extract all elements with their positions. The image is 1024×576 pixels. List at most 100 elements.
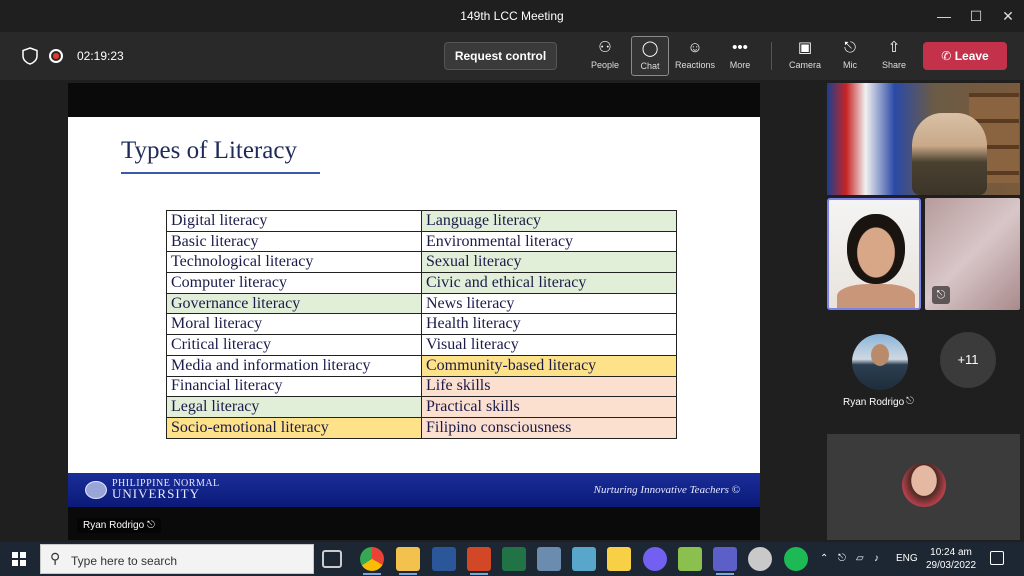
task-view-icon[interactable]: [322, 550, 342, 568]
table-row: Basic literacy Environmental literacy: [166, 230, 677, 253]
table-cell: Health literacy: [421, 313, 677, 336]
participant-video-3[interactable]: ⎋: [925, 198, 1020, 310]
title-underline: [121, 172, 320, 174]
taskbar-search-input[interactable]: ⚲ Type here to search: [40, 544, 314, 574]
reactions-icon: ☺: [687, 39, 703, 56]
meeting-toolbar: 02:19:23 Request control ⚇ People ◯ Chat…: [0, 32, 1024, 80]
volume-icon[interactable]: ♪: [874, 553, 879, 564]
share-icon: ⇧: [887, 39, 901, 56]
maximize-icon[interactable]: ☐: [958, 4, 994, 28]
table-cell: Governance literacy: [166, 292, 422, 315]
excel-icon[interactable]: [502, 547, 526, 571]
literacy-table: Digital literacy Language literacy Basic l…: [166, 210, 677, 439]
request-control-button[interactable]: Request control: [444, 42, 557, 70]
participant-figure: [912, 113, 987, 195]
game-icon[interactable]: [678, 547, 702, 571]
more-participants-button[interactable]: +11: [940, 332, 996, 388]
avatar: [902, 463, 946, 507]
spotify-icon[interactable]: [784, 547, 808, 571]
table-cell: Legal literacy: [166, 396, 422, 418]
slide-title: Types of Literacy: [121, 137, 297, 164]
running-indicator: [363, 573, 381, 575]
window-title: 149th LCC Meeting: [460, 9, 564, 23]
camera-button[interactable]: ▣ Camera: [783, 36, 827, 76]
table-cell: Moral literacy: [166, 313, 422, 336]
close-icon[interactable]: ✕: [990, 4, 1024, 28]
minimize-icon[interactable]: —: [926, 4, 962, 28]
running-indicator: [399, 573, 417, 575]
slide-footer: PHILIPPINE NORMAL UNIVERSITY Nurturing I…: [68, 473, 760, 507]
snipping-tool-icon[interactable]: [748, 547, 772, 571]
leave-button[interactable]: ✆ Leave: [923, 42, 1007, 70]
table-cell: News literacy: [421, 292, 677, 315]
self-preview-tile[interactable]: [827, 434, 1020, 540]
share-button[interactable]: ⇧ Share: [872, 36, 916, 76]
table-cell: Sexual literacy: [421, 251, 677, 274]
participant-video-1[interactable]: [827, 83, 1020, 195]
phone-icon: ✆: [941, 49, 952, 63]
photos-icon[interactable]: [572, 547, 596, 571]
people-button[interactable]: ⚇ People: [583, 36, 627, 76]
network-icon[interactable]: ▱: [856, 553, 864, 564]
people-icon: ⚇: [598, 39, 612, 56]
recording-icon: [49, 49, 63, 63]
meeting-stage: Types of Literacy Digital literacy Langua…: [0, 80, 1024, 542]
slide-tagline: Nurturing Innovative Teachers ©: [593, 484, 740, 496]
shared-screen: Types of Literacy Digital literacy Langua…: [68, 83, 760, 540]
table-row: Computer literacy Civic and ethical liter…: [166, 272, 677, 294]
title-bar: 149th LCC Meeting — ☐ ✕: [0, 0, 1024, 32]
table-cell: Practical skills: [421, 396, 677, 418]
table-cell: Life skills: [421, 375, 677, 398]
table-cell: Civic and ethical literacy: [421, 272, 677, 294]
table-row: Socio-emotional literacy Filipino conscio…: [166, 416, 677, 439]
windows-start-icon[interactable]: [12, 552, 26, 566]
word-icon[interactable]: [432, 547, 456, 571]
chevron-up-icon[interactable]: ⌃: [820, 553, 828, 564]
mic-off-icon: ⎋: [906, 396, 914, 407]
table-row: Media and information literacy Community-…: [166, 354, 677, 377]
table-cell: Financial literacy: [166, 375, 422, 398]
table-row: Critical literacy Visual literacy: [166, 334, 677, 356]
toolbar-divider: [771, 42, 772, 70]
participant-video-2[interactable]: [827, 198, 921, 310]
presentation-slide: Types of Literacy Digital literacy Langua…: [68, 117, 760, 507]
mic-icon[interactable]: ⎋: [838, 553, 846, 564]
viber-icon[interactable]: [643, 547, 667, 571]
participant-body: [837, 284, 915, 308]
windows-taskbar: ⚲ Type here to search ⌃ ⎋ ▱ ♪ ENG 10:24 …: [0, 542, 1024, 576]
calculator-icon[interactable]: [537, 547, 561, 571]
language-indicator[interactable]: ENG: [896, 553, 918, 564]
table-row: Governance literacy News literacy: [166, 292, 677, 315]
running-indicator: [716, 573, 734, 575]
teams-icon[interactable]: [713, 547, 737, 571]
table-cell: Critical literacy: [166, 334, 422, 356]
avatar[interactable]: [852, 334, 908, 390]
table-cell: Computer literacy: [166, 272, 422, 294]
table-cell: Media and information literacy: [166, 354, 422, 377]
mic-off-icon: ⎋: [146, 520, 155, 531]
powerpoint-icon[interactable]: [467, 547, 491, 571]
university-name: PHILIPPINE NORMAL UNIVERSITY: [112, 478, 220, 501]
table-row: Legal literacy Practical skills: [166, 396, 677, 418]
table-cell: Language literacy: [421, 210, 677, 232]
table-row: Digital literacy Language literacy: [166, 210, 677, 232]
file-explorer-icon[interactable]: [396, 547, 420, 571]
table-cell: Filipino consciousness: [421, 416, 677, 439]
mic-button[interactable]: ⎋ Mic: [828, 36, 872, 76]
participant-face: [847, 214, 905, 284]
reactions-button[interactable]: ☺ Reactions: [673, 36, 717, 76]
chat-button[interactable]: ◯ Chat: [631, 36, 669, 76]
notifications-icon[interactable]: [990, 551, 1004, 565]
sticky-notes-icon[interactable]: [607, 547, 631, 571]
table-cell: Digital literacy: [166, 210, 422, 232]
more-button[interactable]: ••• More: [718, 36, 762, 76]
chat-icon: ◯: [641, 40, 659, 57]
system-clock[interactable]: 10:24 am 29/03/2022: [924, 546, 978, 572]
search-icon: ⚲: [50, 550, 61, 566]
chrome-icon[interactable]: [360, 547, 384, 571]
table-row: Financial literacy Life skills: [166, 375, 677, 398]
shield-icon[interactable]: [22, 47, 38, 65]
participant-name: Ryan Rodrigo: [843, 397, 905, 408]
table-cell: Visual literacy: [421, 334, 677, 356]
camera-off-icon: ▣: [797, 39, 813, 56]
